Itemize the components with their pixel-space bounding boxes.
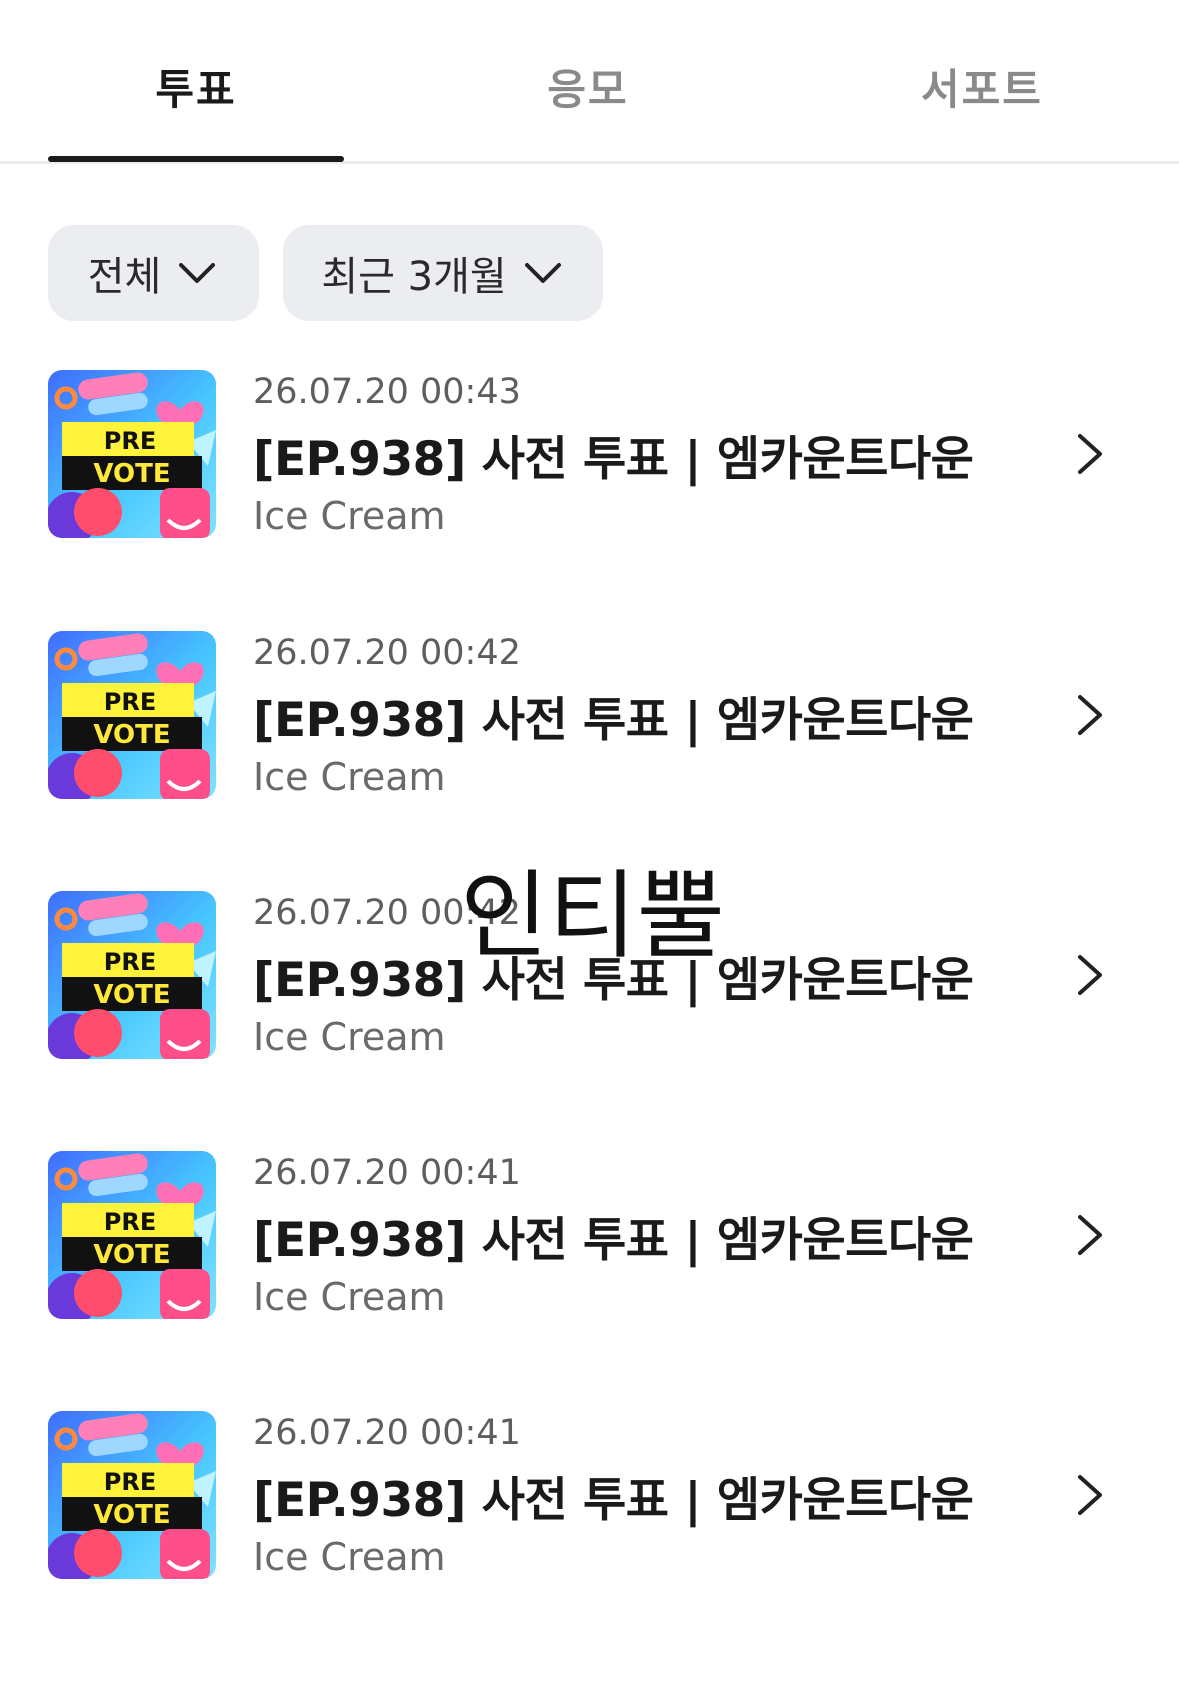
chevron-right-icon [1078,695,1102,735]
thumbnail-text-vote: VOTE [93,1500,170,1530]
pre-vote-thumbnail: PRE VOTE [48,370,216,538]
list-item[interactable]: PRE VOTE 26.07.20 00:41 [EP.938] 사전 투표 |… [0,1411,1179,1611]
vote-history-screen: 투표 응모 서포트 전체 최근 3개월 PRE VOTE 26.07.20 00… [0,0,1179,1681]
tab-support[interactable]: 서포트 [834,56,1130,117]
item-title: [EP.938] 사전 투표 | 엠카운트다운 [253,432,974,487]
pre-vote-thumbnail: PRE VOTE [48,891,216,1059]
item-title: [EP.938] 사전 투표 | 엠카운트다운 [253,693,974,748]
list-item[interactable]: PRE VOTE 26.07.20 00:42 [EP.938] 사전 투표 |… [0,631,1179,831]
thumbnail-text-vote: VOTE [93,980,170,1010]
item-date: 26.07.20 00:41 [253,1413,521,1453]
item-title: [EP.938] 사전 투표 | 엠카운트다운 [253,1213,974,1268]
item-subtitle: Ice Cream [253,1535,446,1579]
list-item[interactable]: PRE VOTE 26.07.20 00:43 [EP.938] 사전 투표 |… [0,370,1179,570]
item-title: [EP.938] 사전 투표 | 엠카운트다운 [253,1473,974,1528]
chevron-right-icon [1078,1475,1102,1515]
category-filter-label: 전체 [87,254,162,300]
tab-bar: 투표 응모 서포트 [0,0,1179,164]
thumbnail-text-pre: PRE [104,1208,156,1236]
chevron-down-icon [179,263,216,283]
item-date: 26.07.20 00:41 [253,1153,521,1193]
period-filter-label: 최근 3개월 [321,254,507,300]
thumbnail-text-vote: VOTE [93,1240,170,1270]
thumbnail-text-pre: PRE [104,1468,156,1496]
chevron-right-icon [1078,434,1102,474]
pre-vote-thumbnail: PRE VOTE [48,1151,216,1319]
pre-vote-thumbnail: PRE VOTE [48,631,216,799]
item-subtitle: Ice Cream [253,755,446,799]
chevron-right-icon [1078,955,1102,995]
chevron-down-icon [524,263,561,283]
active-tab-indicator [48,156,344,162]
tab-entry[interactable]: 응모 [440,56,736,117]
item-subtitle: Ice Cream [253,494,446,538]
item-date: 26.07.20 00:43 [253,372,521,412]
thumbnail-text-vote: VOTE [93,720,170,750]
thumbnail-text-pre: PRE [104,427,156,455]
chevron-right-icon [1078,1215,1102,1255]
tab-vote[interactable]: 투표 [48,56,344,117]
list-item[interactable]: PRE VOTE 26.07.20 00:41 [EP.938] 사전 투표 |… [0,1151,1179,1351]
overlay-text: 인티뿔 [460,860,725,972]
category-filter-dropdown[interactable]: 전체 [48,225,259,321]
item-subtitle: Ice Cream [253,1275,446,1319]
thumbnail-text-pre: PRE [104,688,156,716]
period-filter-dropdown[interactable]: 최근 3개월 [283,225,603,321]
thumbnail-text-pre: PRE [104,948,156,976]
item-date: 26.07.20 00:42 [253,633,521,673]
thumbnail-text-vote: VOTE [93,459,170,489]
pre-vote-thumbnail: PRE VOTE [48,1411,216,1579]
item-subtitle: Ice Cream [253,1015,446,1059]
